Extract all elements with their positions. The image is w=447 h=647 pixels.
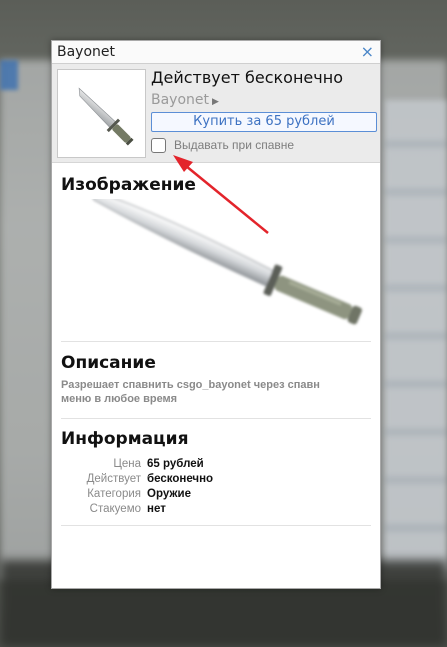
spawn-option[interactable]: Выдавать при спавне (151, 136, 294, 154)
spawn-checkbox[interactable] (151, 137, 166, 153)
item-description: Разрешает спавнить csgo_bayonet через сп… (61, 378, 361, 406)
item-dialog: Bayonet × Действует бесконечно Bayonet ▶… (51, 40, 381, 589)
background-accent (0, 60, 18, 90)
description-line-1: Разрешает спавнить csgo_bayonet через сп… (61, 379, 320, 391)
item-header: Действует бесконечно Bayonet ▶ Купить за … (52, 64, 380, 163)
info-section-title: Информация (61, 429, 189, 449)
description-section-title: Описание (61, 353, 156, 373)
info-value: нет (147, 503, 166, 515)
info-key: Цена (113, 458, 141, 470)
dialog-titlebar: Bayonet × (52, 41, 380, 64)
item-name-link[interactable]: Bayonet ▶ (151, 92, 219, 108)
info-value: Оружие (147, 488, 191, 500)
dialog-title: Bayonet (57, 44, 116, 60)
info-value: бесконечно (147, 473, 214, 485)
close-icon[interactable]: × (361, 42, 374, 62)
spawn-label: Выдавать при спавне (174, 138, 295, 152)
background-list (385, 100, 447, 570)
info-row-duration: Действует бесконечно (61, 472, 213, 487)
buy-button[interactable]: Купить за 65 рублей (151, 112, 377, 132)
triangle-right-icon: ▶ (212, 97, 219, 107)
divider (61, 525, 371, 526)
info-key: Стакуемо (89, 503, 141, 515)
item-status: Действует бесконечно (151, 68, 343, 87)
info-row-stackable: Стакуемо нет (61, 502, 213, 517)
image-section-title: Изображение (61, 175, 196, 195)
info-row-category: Категория Оружие (61, 487, 213, 502)
info-key: Действует (86, 473, 141, 485)
info-table: Цена 65 рублей Действует бесконечно Кате… (61, 457, 213, 517)
divider (61, 341, 371, 342)
info-key: Категория (87, 488, 141, 500)
divider (61, 418, 371, 419)
item-thumbnail (57, 69, 146, 158)
info-row-price: Цена 65 рублей (61, 457, 213, 472)
description-line-2: меню в любое время (61, 393, 178, 405)
bayonet-knife-icon (78, 87, 134, 146)
item-name: Bayonet (151, 92, 210, 108)
info-value: 65 рублей (147, 458, 204, 470)
bayonet-preview-image (88, 199, 363, 325)
